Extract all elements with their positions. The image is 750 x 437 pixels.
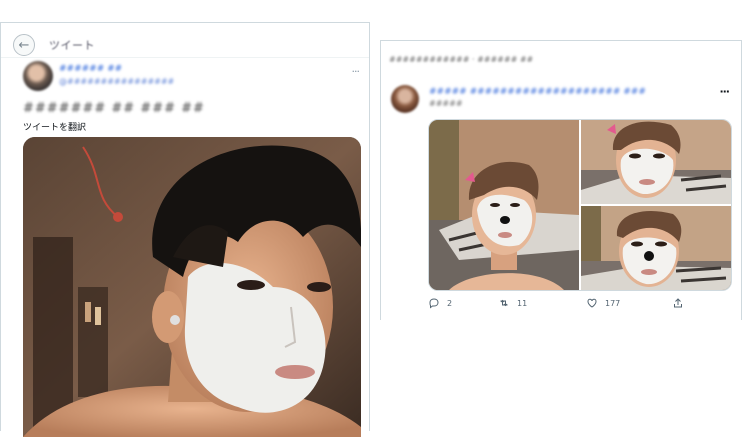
tweet-actions: 2 11 177 [428, 295, 728, 311]
photo-1[interactable] [429, 120, 579, 290]
tweet-text: ####### ## ### ## [23, 101, 205, 116]
more-dots-icon[interactable]: ··· [719, 85, 730, 98]
avatar[interactable] [391, 85, 419, 113]
author-row: ##### #################### ### ##### ··· [391, 85, 735, 115]
page-title: ツイート [49, 39, 95, 52]
author-name[interactable]: ###### ## [59, 64, 122, 74]
heart-icon [587, 298, 597, 308]
photo-3-illustration [581, 206, 731, 290]
tweet-header: ← ツイート [13, 33, 95, 57]
header-divider [1, 57, 369, 58]
left-tweet-panel: ← ツイート ###### ## @################ ··· #… [0, 22, 370, 437]
author-handle[interactable]: ##### [429, 99, 463, 108]
retweet-icon [500, 299, 508, 307]
author-row: ###### ## @################ ··· [23, 61, 363, 95]
photo-2[interactable] [581, 120, 731, 204]
share-icon [674, 298, 682, 308]
back-arrow-icon[interactable]: ← [13, 34, 35, 56]
avatar[interactable] [23, 61, 53, 91]
photo-2-illustration [581, 120, 731, 204]
reply-button[interactable]: 2 [428, 295, 498, 311]
retweet-count: 11 [517, 298, 528, 308]
like-button[interactable]: 177 [586, 295, 672, 311]
translate-link[interactable]: ツイートを翻訳 [23, 120, 86, 133]
share-button[interactable] [672, 295, 712, 311]
photo-3[interactable] [581, 206, 731, 290]
retweet-button[interactable]: 11 [498, 295, 586, 311]
selfie-photo-illustration [23, 137, 361, 437]
more-dots-icon[interactable]: ··· [352, 65, 360, 78]
photo-1-illustration [429, 120, 579, 290]
right-tweet-panel: ############ · ###### ## ##### #########… [380, 40, 742, 320]
reply-icon [429, 298, 439, 309]
author-name[interactable]: ##### #################### ### [429, 87, 646, 97]
tweet-photo[interactable] [23, 137, 361, 437]
reply-count: 2 [447, 298, 453, 308]
photo-grid [428, 119, 732, 291]
retweet-context: ############ · ###### ## [389, 55, 534, 64]
like-count: 177 [605, 298, 621, 308]
author-handle[interactable]: @################ [59, 77, 174, 86]
